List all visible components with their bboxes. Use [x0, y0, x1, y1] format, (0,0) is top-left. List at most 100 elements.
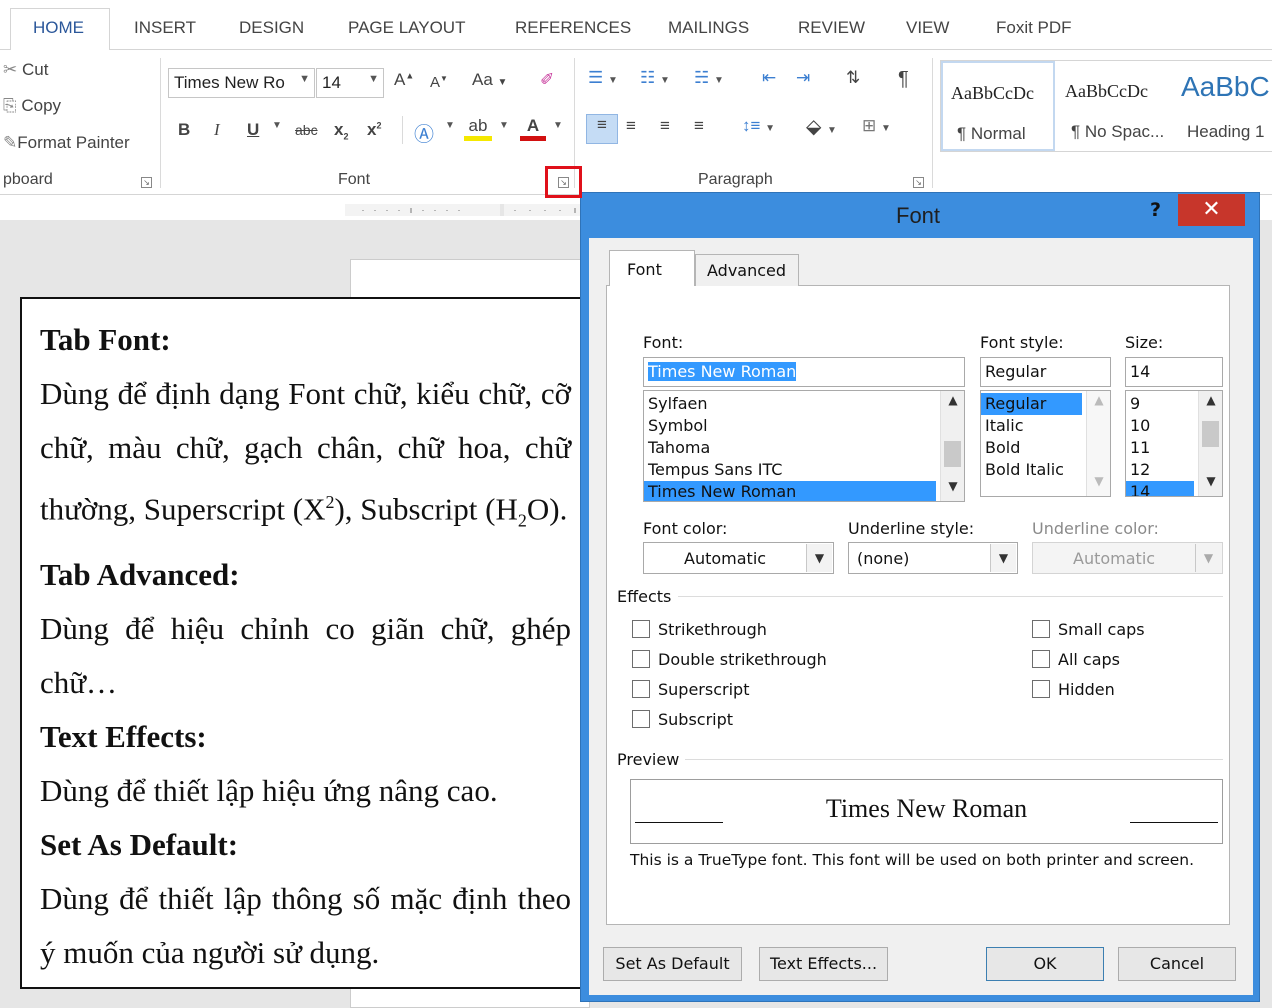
list-item[interactable]: Sylfaen [644, 393, 964, 415]
chevron-down-icon[interactable]: ▼ [990, 544, 1016, 572]
shading-icon[interactable]: ⬙ ▼ [806, 114, 837, 139]
tab-review[interactable]: REVIEW [798, 18, 865, 38]
chevron-down-icon[interactable]: ▼ [1195, 544, 1221, 572]
ruler[interactable] [345, 200, 585, 220]
shrink-font-button[interactable]: A▼ [430, 74, 448, 91]
subscript-checkbox[interactable] [632, 710, 650, 728]
dialog-title-bar[interactable]: Font ? ✕ [581, 193, 1261, 238]
paragraph-launcher-icon[interactable]: ↘ [913, 177, 924, 188]
increase-indent-icon[interactable]: ⇥ [796, 68, 810, 88]
clipboard-launcher-icon[interactable]: ↘ [141, 177, 152, 188]
scroll-thumb[interactable] [1202, 421, 1219, 447]
strikethrough-checkbox[interactable] [632, 620, 650, 638]
double-strikethrough-checkbox[interactable] [632, 650, 650, 668]
highlight-color-icon[interactable]: ab [464, 116, 492, 141]
change-case-button[interactable]: Aa ▼ [472, 70, 507, 90]
small-caps-label[interactable]: Small caps [1058, 620, 1145, 639]
help-icon[interactable]: ? [1150, 199, 1161, 221]
close-button[interactable]: ✕ [1178, 194, 1245, 226]
font-style-input[interactable]: Regular [980, 357, 1111, 387]
tab-foxit-pdf[interactable]: Foxit PDF [996, 18, 1072, 38]
chevron-up-icon[interactable]: ▲ [1087, 393, 1110, 413]
ok-button[interactable]: OK [986, 947, 1104, 981]
align-left-icon[interactable]: ≡ [586, 114, 618, 144]
chevron-down-icon[interactable]: ▼ [1199, 474, 1222, 494]
tab-insert[interactable]: INSERT [134, 18, 196, 38]
chevron-down-icon[interactable]: ▼ [1087, 474, 1110, 494]
font-color-icon[interactable]: A [520, 116, 546, 141]
font-list[interactable]: Sylfaen Symbol Tahoma Tempus Sans ITC Ti… [643, 390, 965, 502]
tab-view[interactable]: VIEW [906, 18, 949, 38]
subscript-label[interactable]: Subscript [658, 710, 733, 729]
text-effects-button[interactable]: Text Effects... [759, 947, 888, 981]
cut-button[interactable]: ✂ Cut [3, 60, 48, 80]
sort-icon[interactable]: ⇅ [846, 68, 860, 88]
italic-button[interactable]: I [214, 120, 220, 140]
all-caps-checkbox[interactable] [1032, 650, 1050, 668]
superscript-button[interactable]: x2 [367, 120, 381, 140]
tab-font[interactable]: Font [609, 250, 695, 286]
line-spacing-icon[interactable]: ↕≡ ▼ [742, 116, 775, 136]
multilevel-list-icon[interactable]: ☵ ▼ [694, 68, 724, 88]
numbering-icon[interactable]: ☷ ▼ [640, 68, 670, 88]
font-color-dropdown[interactable]: Automatic ▼ [643, 542, 834, 574]
font-size-combo[interactable]: 14 ▼ [316, 68, 384, 98]
tab-mailings[interactable]: MAILINGS [668, 18, 749, 38]
small-caps-checkbox[interactable] [1032, 620, 1050, 638]
tab-page-layout[interactable]: PAGE LAYOUT [348, 18, 465, 38]
text-effects-icon[interactable]: Ⓐ [414, 118, 434, 147]
clear-formatting-icon[interactable]: ✐ [540, 70, 554, 90]
bold-button[interactable]: B [178, 120, 190, 140]
list-item-selected[interactable]: 14 [1126, 481, 1194, 496]
chevron-down-icon[interactable]: ▼ [553, 120, 563, 131]
strikethrough-button[interactable]: abc [295, 122, 318, 138]
font-style-list[interactable]: Regular Italic Bold Bold Italic ▲ ▼ [980, 390, 1111, 497]
copy-button[interactable]: ⎘ Copy [3, 96, 61, 116]
list-item[interactable]: Symbol [644, 415, 964, 437]
style-normal[interactable]: AaBbCcDc ¶ Normal [941, 61, 1055, 151]
borders-icon[interactable]: ⊞ ▼ [862, 116, 891, 136]
set-as-default-button[interactable]: Set As Default [603, 947, 742, 981]
tab-advanced[interactable]: Advanced [695, 254, 799, 286]
justify-icon[interactable]: ≡ [694, 116, 704, 136]
font-name-combo[interactable]: Times New Ro ▼ [168, 68, 315, 98]
double-strikethrough-label[interactable]: Double strikethrough [658, 650, 827, 669]
scrollbar[interactable]: ▲ ▼ [1086, 391, 1110, 496]
underline-button[interactable]: U [247, 120, 259, 140]
hidden-checkbox[interactable] [1032, 680, 1050, 698]
superscript-checkbox[interactable] [632, 680, 650, 698]
all-caps-label[interactable]: All caps [1058, 650, 1120, 669]
underline-style-dropdown[interactable]: (none) ▼ [848, 542, 1018, 574]
size-list[interactable]: 9 10 11 12 14 ▲ ▼ [1125, 390, 1223, 497]
grow-font-button[interactable]: A▲ [394, 70, 414, 90]
chevron-up-icon[interactable]: ▲ [941, 393, 964, 413]
tab-references[interactable]: REFERENCES [515, 18, 631, 38]
chevron-down-icon[interactable]: ▼ [272, 120, 282, 131]
superscript-label[interactable]: Superscript [658, 680, 749, 699]
size-input[interactable]: 14 [1125, 357, 1223, 387]
hidden-label[interactable]: Hidden [1058, 680, 1115, 699]
format-painter-button[interactable]: ✎Format Painter [3, 133, 130, 153]
show-marks-icon[interactable]: ¶ [898, 68, 909, 91]
align-center-icon[interactable]: ≡ [626, 116, 636, 136]
chevron-down-icon[interactable]: ▼ [445, 120, 455, 131]
tab-home[interactable]: HOME [33, 18, 84, 38]
tab-design[interactable]: DESIGN [239, 18, 304, 38]
underline-color-dropdown[interactable]: Automatic ▼ [1032, 542, 1223, 574]
chevron-down-icon[interactable]: ▼ [806, 544, 832, 572]
list-item[interactable]: Tempus Sans ITC [644, 459, 964, 481]
chevron-up-icon[interactable]: ▲ [1199, 393, 1222, 413]
list-item[interactable]: Tahoma [644, 437, 964, 459]
subscript-button[interactable]: x2 [334, 120, 348, 141]
scroll-thumb[interactable] [944, 441, 961, 467]
font-name-input[interactable]: Times New Roman [643, 357, 965, 387]
scrollbar[interactable]: ▲ ▼ [1198, 391, 1222, 496]
style-no-spacing[interactable]: AaBbCcDc ¶ No Spac... [1057, 61, 1171, 151]
style-heading-1[interactable]: AaBbC Heading 1 [1173, 61, 1272, 151]
bullets-icon[interactable]: ☰ ▼ [588, 68, 618, 88]
list-item-selected[interactable]: Times New Roman [644, 481, 936, 501]
chevron-down-icon[interactable]: ▼ [941, 479, 964, 499]
list-item-selected[interactable]: Regular [981, 393, 1082, 415]
decrease-indent-icon[interactable]: ⇤ [762, 68, 776, 88]
cancel-button[interactable]: Cancel [1118, 947, 1236, 981]
